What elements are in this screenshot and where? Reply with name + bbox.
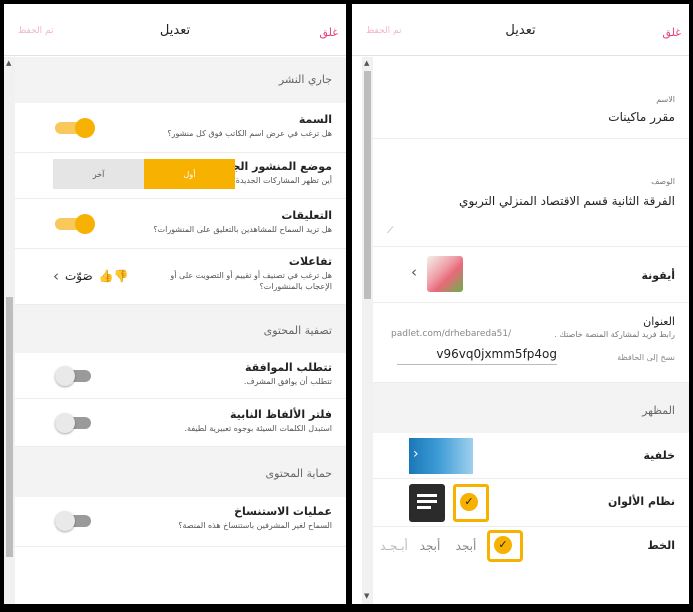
scroll-down-icon[interactable]: ▼ <box>364 592 369 600</box>
scroll-up-icon[interactable]: ▲ <box>6 59 11 67</box>
profanity-sub: استبدل الكلمات السيئة بوجوه تعبيرية لطيف… <box>184 424 332 433</box>
scrollbar-thumb[interactable] <box>364 71 371 299</box>
icon-thumbnail[interactable] <box>427 256 463 292</box>
description-input[interactable]: الفرقة الثانية قسم الاقتصاد المنزلي التر… <box>397 194 675 208</box>
settings-panel-right: غلق تعديل تم الحفظ ▲ ▼ الاسم مقرر ماكينا… <box>352 4 689 604</box>
chevron-left-icon: ‹ <box>411 263 417 281</box>
name-field[interactable]: الاسم مقرر ماكينات <box>373 57 689 139</box>
icon-row[interactable]: أيقونة ‹ <box>373 247 689 303</box>
checkmark-icon: ✓ <box>494 536 512 554</box>
chevron-right-icon: › <box>413 446 419 462</box>
font-option-3[interactable]: أبجد <box>415 539 445 553</box>
comments-sub: هل تريد السماح للمشاهدين بالتعليق على ال… <box>153 225 332 234</box>
address-row: العنوان رابط فريد لمشاركة المنصة خاصتك .… <box>373 303 689 383</box>
wallpaper-row[interactable]: خلفية › <box>373 433 689 479</box>
wallpaper-thumbnail[interactable]: › <box>409 438 473 474</box>
scrollbar[interactable]: ▲ ▼ <box>362 57 373 604</box>
scroll-up-icon[interactable]: ▲ <box>364 59 369 67</box>
saved-status: تم الحفظ <box>18 26 54 36</box>
color-scheme-light[interactable]: ✓ <box>453 484 489 522</box>
approval-title: تتطلب الموافقة <box>244 361 332 374</box>
attribution-row[interactable]: السمة هل ترغب في عرض اسم الكاتب فوق كل م… <box>15 103 346 153</box>
attribution-title: السمة <box>298 113 332 126</box>
copying-row[interactable]: عمليات الاستنساخ السماح لغير المشرفين با… <box>15 497 346 547</box>
section-posting: جاري النشر <box>15 57 346 103</box>
address-label: العنوان <box>643 315 675 328</box>
attribution-sub: هل ترغب في عرض اسم الكاتب فوق كل منشور؟ <box>167 129 332 138</box>
checkmark-icon: ✓ <box>460 493 478 511</box>
color-scheme-dark[interactable] <box>409 484 445 522</box>
url-input[interactable]: v96vq0jxmm5fp4og <box>397 347 557 365</box>
reactions-sub: هل ترغب في تصنيف أو تقييم أو التصويت على… <box>170 271 332 291</box>
reactions-title: تفاعلات <box>288 255 332 268</box>
thumbs-icon: 👍👎 <box>98 269 129 283</box>
comments-title: التعليقات <box>281 209 332 222</box>
panel-header: غلق تعديل تم الحفظ <box>352 4 689 56</box>
profanity-title: فلتر الألفاظ النابية <box>229 408 332 421</box>
font-option-2[interactable]: أبجد <box>451 539 481 553</box>
profanity-row[interactable]: فلتر الألفاظ النابية استبدل الكلمات السي… <box>15 399 346 447</box>
font-option-1-selected[interactable]: ✓ <box>487 530 523 562</box>
panel-title: تعديل <box>159 23 191 38</box>
approval-row[interactable]: تتطلب الموافقة تتطلب أن يوافق المشرف. <box>15 353 346 399</box>
name-label: الاسم <box>656 95 675 104</box>
font-option-4[interactable]: أبـجـد <box>379 539 409 553</box>
color-scheme-row: نظام الألوان ✓ <box>373 479 689 527</box>
copy-to-clipboard[interactable]: نسخ إلى الحافظة <box>617 353 675 362</box>
comments-toggle[interactable] <box>55 214 95 234</box>
name-input[interactable]: مقرر ماكينات <box>397 110 675 124</box>
section-appearance: المظهر <box>373 383 689 433</box>
section-protect: حماية المحتوى <box>15 447 346 497</box>
reactions-row[interactable]: تفاعلات هل ترغب في تصنيف أو تقييم أو الت… <box>15 249 346 305</box>
saved-status: تم الحفظ <box>366 26 402 36</box>
description-label: الوصف <box>651 177 675 186</box>
new-post-position-row: موضع المنشور الجديد أين تظهر المشاركات ا… <box>15 153 346 199</box>
description-field[interactable]: الوصف الفرقة الثانية قسم الاقتصاد المنزل… <box>373 139 689 247</box>
resize-handle-icon[interactable]: ⟋ <box>387 226 393 236</box>
copying-title: عمليات الاستنساخ <box>234 505 332 518</box>
scrollbar-thumb[interactable] <box>6 297 13 557</box>
copying-toggle[interactable] <box>55 511 95 531</box>
new-post-segmented: آخر أول <box>53 159 235 189</box>
section-filter: تصفية المحتوى <box>15 305 346 353</box>
approval-sub: تتطلب أن يوافق المشرف. <box>243 377 332 386</box>
attribution-toggle[interactable] <box>55 118 95 138</box>
copying-sub: السماح لغير المشرفين باستنساخ هذه المنصة… <box>178 521 332 530</box>
chevron-left-icon: ‹ <box>53 267 59 285</box>
settings-panel-left: غلق تعديل تم الحفظ ▲ جاري النشر السمة هل… <box>4 4 346 604</box>
approval-toggle[interactable] <box>55 366 95 386</box>
option-last[interactable]: آخر <box>53 159 144 189</box>
panel-header: غلق تعديل تم الحفظ <box>4 4 346 56</box>
option-first[interactable]: أول <box>144 159 235 189</box>
scrollbar[interactable]: ▲ <box>4 57 15 604</box>
url-prefix: padlet.com/drhebareda51/ <box>391 329 512 339</box>
reactions-value: صَوّت <box>65 269 93 283</box>
font-row: الخط أبـجـد أبجد أبجد ✓ <box>373 527 689 565</box>
comments-row[interactable]: التعليقات هل تريد السماح للمشاهدين بالتع… <box>15 199 346 249</box>
panel-title: تعديل <box>505 23 536 38</box>
profanity-toggle[interactable] <box>55 413 95 433</box>
